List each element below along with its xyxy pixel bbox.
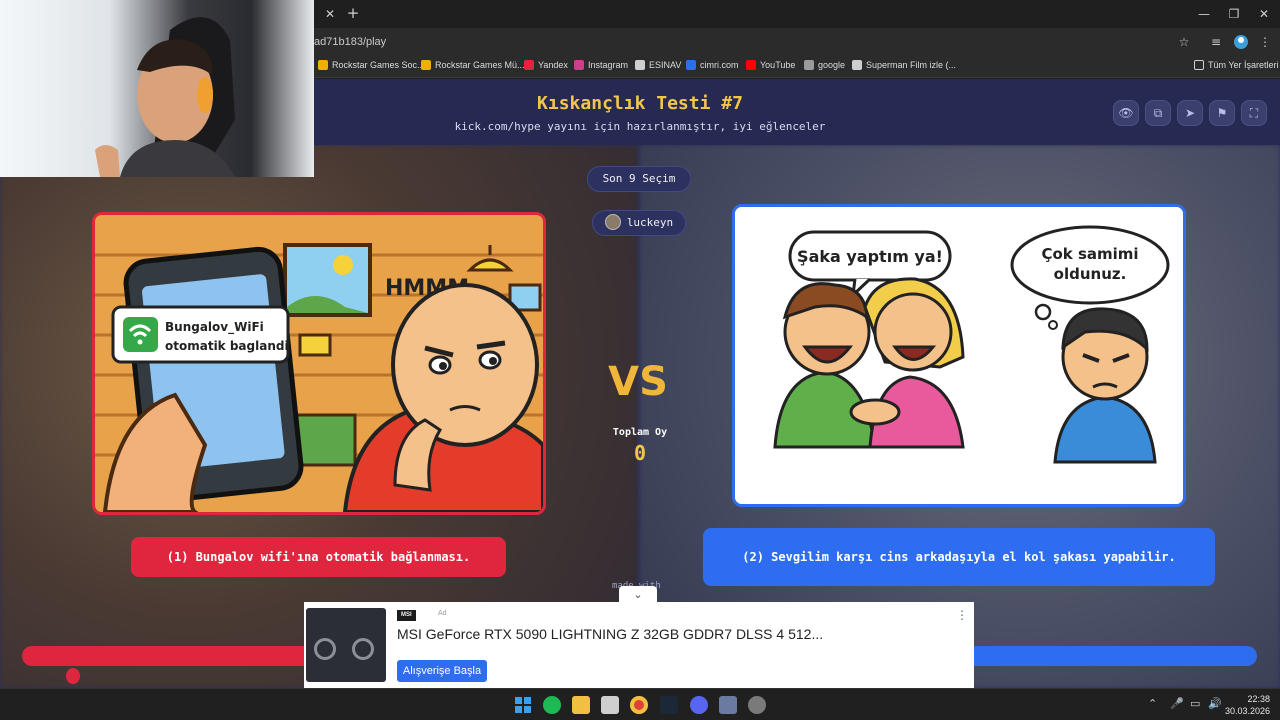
bookmark-item[interactable]: google — [804, 60, 845, 70]
url-text[interactable]: ad71b183/play — [314, 36, 386, 48]
option-2-card[interactable]: Şaka yaptım ya! Çok samimi oldunuz. — [732, 204, 1186, 507]
minimize-icon[interactable]: — — [1195, 5, 1213, 23]
close-window-icon[interactable]: ✕ — [1255, 5, 1273, 23]
total-votes-value: 0 — [633, 441, 647, 465]
ad-cta-button[interactable]: Alışverişe Başla — [397, 660, 487, 682]
cimri-icon — [686, 60, 696, 70]
option-2-button[interactable]: (2) Sevgilim karşı cins arkadaşıyla el k… — [703, 528, 1215, 586]
ad-brand-logo: MSI — [397, 610, 416, 621]
fan-icon — [314, 638, 336, 660]
globe-icon — [635, 60, 645, 70]
spotify-icon[interactable] — [543, 696, 561, 714]
microphone-icon[interactable]: 🎤 — [1170, 697, 1184, 710]
chrome-icon[interactable] — [630, 696, 648, 714]
bookmark-star-icon[interactable]: ☆ — [1176, 34, 1192, 50]
vote-bar-knob — [66, 668, 80, 684]
bookmark-item[interactable]: cimri.com — [686, 60, 739, 70]
store-icon[interactable] — [601, 696, 619, 714]
thought-line2: oldunuz. — [1054, 265, 1127, 283]
option-2-illustration: Şaka yaptım ya! Çok samimi oldunuz. — [735, 207, 1183, 504]
folder-icon — [1194, 60, 1204, 70]
youtube-icon — [746, 60, 756, 70]
ad-tag: Ad — [438, 610, 447, 617]
wifi-bubble-line2: otomatik baglandi — [165, 339, 289, 353]
tray-chevron-icon[interactable]: ⌃ — [1148, 697, 1157, 710]
system-clock[interactable]: 22:38 30.03.2026 — [1225, 693, 1270, 717]
flag-icon[interactable]: ⚑ — [1209, 100, 1235, 126]
menu-kebab-icon[interactable]: ⋮ — [1257, 34, 1273, 50]
rockstar-icon — [318, 60, 328, 70]
windows-taskbar: ⌃ 🎤 ▭ 🔊 22:38 30.03.2026 — [0, 688, 1280, 720]
app-icon[interactable] — [719, 696, 737, 714]
instagram-icon — [574, 60, 584, 70]
ad-banner[interactable]: MSI Ad MSI GeForce RTX 5090 LIGHTNING Z … — [304, 602, 974, 688]
copy-icon[interactable]: ⧉ — [1145, 100, 1171, 126]
profile-icon[interactable] — [1233, 34, 1249, 50]
total-votes-label: Toplam Oy — [612, 427, 668, 438]
round-badge: Son 9 Seçim — [587, 166, 691, 192]
start-icon[interactable] — [514, 696, 532, 714]
user-badge: luckeyn — [592, 210, 686, 236]
option-1-card[interactable]: Bungalov_WiFi otomatik baglandi HMMM... — [92, 212, 546, 515]
gpu-product-image — [306, 608, 386, 682]
speech-bubble-text: Şaka yaptım ya! — [797, 247, 943, 266]
file-explorer-icon[interactable] — [572, 696, 590, 714]
bookmark-item[interactable]: Rockstar Games Mü... — [421, 60, 525, 70]
webcam-overlay — [0, 0, 314, 177]
avatar — [604, 214, 621, 230]
google-icon — [804, 60, 814, 70]
settings-gear-icon[interactable] — [748, 696, 766, 714]
network-icon[interactable]: ▭ — [1190, 697, 1200, 710]
volume-icon[interactable]: 🔊 — [1208, 697, 1222, 710]
thought-line1: Çok samimi — [1041, 245, 1138, 263]
steam-icon[interactable] — [660, 696, 678, 714]
fan-icon — [352, 638, 374, 660]
vs-badge: VS — [608, 359, 668, 405]
option-2-vote-bar — [960, 646, 1257, 666]
bookmark-item[interactable]: Superman Film izle (... — [852, 60, 956, 70]
screen: ✕ + — ❐ ✕ ad71b183/play ☆ ≡ ⋮ Rockstar G… — [0, 0, 1280, 720]
fullscreen-icon[interactable]: ⛶ — [1241, 100, 1267, 126]
ad-menu-icon[interactable]: ⋮ — [956, 608, 968, 622]
option-1-vote-bar — [22, 646, 322, 666]
tab-close-icon[interactable]: ✕ — [322, 6, 338, 22]
superman-icon — [852, 60, 862, 70]
option-1-button[interactable]: (1) Bungalov wifi'ına otomatik bağlanmas… — [131, 537, 506, 577]
wifi-bubble-line1: Bungalov_WiFi — [165, 320, 264, 335]
new-tab-icon[interactable]: + — [345, 5, 361, 21]
bookmark-item[interactable]: YouTube — [746, 60, 795, 70]
media-icon[interactable]: ≡ — [1208, 34, 1224, 50]
option-1-illustration: Bungalov_WiFi otomatik baglandi HMMM... — [95, 215, 543, 512]
restore-icon[interactable]: ❐ — [1225, 5, 1243, 23]
ad-title[interactable]: MSI GeForce RTX 5090 LIGHTNING Z 32GB GD… — [397, 626, 823, 642]
send-icon[interactable]: ➤ — [1177, 100, 1203, 126]
streamer-webcam-feed — [0, 0, 314, 177]
discord-icon[interactable] — [690, 696, 708, 714]
bookmark-item[interactable]: ESINAV — [635, 60, 681, 70]
all-bookmarks[interactable]: Tüm Yer İşaretleri — [1194, 60, 1279, 70]
rockstar-icon — [421, 60, 431, 70]
bookmark-item[interactable]: Instagram — [574, 60, 628, 70]
bookmark-item[interactable]: Rockstar Games Soc... — [318, 60, 425, 70]
bookmark-item[interactable]: Yandex — [524, 60, 568, 70]
yandex-icon — [524, 60, 534, 70]
eye-icon[interactable]: 👁 — [1113, 100, 1139, 126]
